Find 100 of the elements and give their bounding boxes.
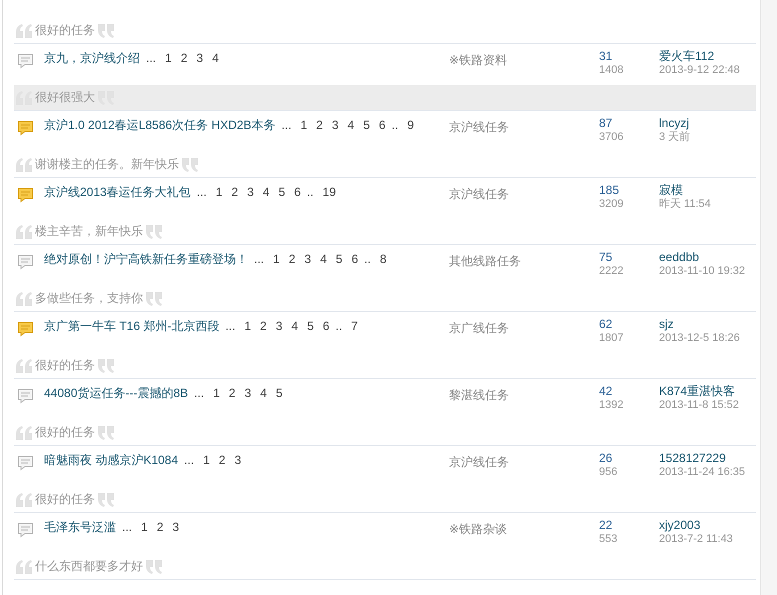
author-link[interactable]: sjz bbox=[659, 317, 740, 331]
topic-title[interactable]: 京九，京沪线介绍 bbox=[44, 51, 140, 65]
page-link[interactable]: 5 bbox=[278, 185, 286, 199]
quote-text: 很好的任务 bbox=[35, 491, 95, 508]
page-link[interactable]: 4 bbox=[320, 252, 327, 266]
page-link[interactable]: 3 bbox=[196, 51, 204, 65]
ellipsis: ... bbox=[194, 386, 204, 400]
view-count: 956 bbox=[599, 465, 618, 479]
topic-title[interactable]: 京广第一牛车 T16 郑州-北京西段 bbox=[44, 319, 220, 333]
page-link[interactable]: 2 bbox=[231, 185, 238, 199]
quote-close-icon bbox=[97, 358, 115, 372]
page-link[interactable]: 1 bbox=[213, 386, 220, 400]
forum-link[interactable]: 京广线任务 bbox=[449, 321, 509, 335]
quote-text: 谢谢楼主的任务。新年快乐 bbox=[35, 156, 179, 173]
page-link[interactable]: 1 bbox=[244, 319, 252, 333]
page-link[interactable]: 3 bbox=[247, 185, 254, 199]
page-link[interactable]: 1 bbox=[273, 252, 280, 266]
page-link[interactable]: 2 bbox=[228, 386, 236, 400]
forum-link[interactable]: 京沪线任务 bbox=[449, 455, 509, 469]
page-link[interactable]: 4 bbox=[262, 185, 270, 199]
quote-text: 很好很强大 bbox=[35, 89, 95, 106]
author-link[interactable]: 1528127229 bbox=[659, 451, 746, 465]
page-link[interactable]: 1 bbox=[141, 520, 148, 534]
page-link[interactable]: 5 bbox=[307, 319, 314, 333]
forum-link[interactable]: ※铁路资料 bbox=[449, 53, 508, 67]
page-link[interactable]: 4 bbox=[212, 51, 219, 65]
author-link[interactable]: eeddbb bbox=[659, 250, 746, 264]
post-time: 昨天 11:54 bbox=[659, 197, 711, 211]
quote-close-icon bbox=[97, 24, 115, 38]
page-link[interactable]: 6 bbox=[322, 319, 330, 333]
quote-close-icon bbox=[145, 224, 163, 238]
page-link[interactable]: 4 bbox=[291, 319, 298, 333]
topic-title[interactable]: 京沪1.0 2012春运L8586次任务 HXD2B本务 bbox=[44, 118, 276, 132]
page-link[interactable]: 2 bbox=[180, 51, 188, 65]
quote-open-icon bbox=[15, 24, 33, 38]
author-link[interactable]: 爱火车112 bbox=[659, 49, 740, 63]
page-link[interactable]: 2 bbox=[288, 252, 296, 266]
post-time: 3 天前 bbox=[659, 130, 690, 144]
topic-title[interactable]: 44080货运任务---震撼的8B bbox=[44, 386, 188, 400]
page-link[interactable]: 19 bbox=[322, 185, 336, 199]
forum-link[interactable]: 黎湛线任务 bbox=[449, 388, 509, 402]
page-link[interactable]: 5 bbox=[336, 252, 342, 266]
page-link[interactable]: 1 bbox=[165, 51, 172, 65]
view-count: 1408 bbox=[599, 63, 624, 77]
quote-open-icon bbox=[15, 292, 33, 306]
page-link[interactable]: 5 bbox=[276, 386, 282, 400]
page-link[interactable]: 2 bbox=[316, 118, 323, 132]
page-link[interactable]: 1 bbox=[300, 118, 308, 132]
post-time: 2013-7-2 11:43 bbox=[659, 532, 733, 546]
page-link[interactable]: 3 bbox=[276, 319, 282, 333]
reply-count: 185 bbox=[599, 183, 620, 197]
topic-title[interactable]: 暗魅雨夜 动感京沪K1084 bbox=[44, 453, 178, 467]
quote-text: 很好的任务 bbox=[35, 357, 95, 374]
post-time: 2013-11-24 16:35 bbox=[659, 465, 746, 479]
topic-title[interactable]: 绝对原创！沪宁高铁新任务重磅登场！ bbox=[44, 252, 248, 266]
quote-text: 多做些任务，支持你 bbox=[35, 290, 143, 307]
page-link[interactable]: 4 bbox=[348, 118, 354, 132]
page-link[interactable]: 3 bbox=[304, 252, 312, 266]
page-link[interactable]: 1 bbox=[203, 453, 210, 467]
quote-text: 楼主辛苦，新年快乐 bbox=[35, 223, 143, 240]
ellipsis: ... bbox=[281, 118, 292, 132]
author-link[interactable]: xjy2003 bbox=[659, 518, 733, 532]
page-link[interactable]: 2 bbox=[218, 453, 226, 467]
post-time: 2013-11-10 19:32 bbox=[659, 264, 746, 278]
page-link[interactable]: 2 bbox=[156, 520, 164, 534]
quote-close-icon bbox=[145, 560, 163, 574]
view-count: 2222 bbox=[599, 264, 624, 278]
forum-link[interactable]: 京沪线任务 bbox=[449, 187, 509, 201]
ellipsis: ... bbox=[254, 252, 264, 266]
page-link[interactable]: 3 bbox=[172, 520, 180, 534]
quote-close-icon bbox=[145, 292, 163, 306]
author-link[interactable]: K874重湛快客 bbox=[659, 384, 739, 398]
page-link[interactable]: 8 bbox=[380, 252, 386, 266]
author-link[interactable]: 寂模 bbox=[659, 183, 711, 197]
topic-title[interactable]: 京沪线2013春运任务大礼包 bbox=[44, 185, 191, 199]
page-link[interactable]: 6 bbox=[378, 118, 386, 132]
page-link[interactable]: 5 bbox=[363, 118, 370, 132]
quote-open-icon bbox=[15, 492, 33, 506]
forum-link[interactable]: ※铁路杂谈 bbox=[449, 522, 508, 536]
page-link[interactable]: 3 bbox=[234, 453, 242, 467]
page-link[interactable]: 1 bbox=[216, 185, 222, 199]
quote-text: 很好的任务 bbox=[35, 22, 95, 39]
post-time: 2013-9-12 22:48 bbox=[659, 63, 740, 77]
page-link[interactable]: 3 bbox=[244, 386, 252, 400]
page-link[interactable]: 7 bbox=[351, 319, 358, 333]
author-link[interactable]: lncyzj bbox=[659, 116, 690, 130]
page-link[interactable]: 2 bbox=[260, 319, 267, 333]
page-link[interactable]: 6 bbox=[294, 185, 301, 199]
view-count: 3209 bbox=[599, 197, 624, 211]
reply-count: 22 bbox=[599, 518, 614, 532]
forum-link[interactable]: 京沪线任务 bbox=[449, 120, 509, 134]
topic-title[interactable]: 毛泽东号泛滥 bbox=[44, 520, 116, 534]
page-gap: .. bbox=[392, 118, 398, 132]
page-link[interactable]: 4 bbox=[260, 386, 267, 400]
quote-text: 什么东西都要多才好 bbox=[35, 558, 143, 575]
view-count: 3706 bbox=[599, 130, 624, 144]
page-link[interactable]: 3 bbox=[332, 118, 339, 132]
forum-link[interactable]: 其他线路任务 bbox=[449, 254, 521, 268]
page-link[interactable]: 6 bbox=[351, 252, 358, 266]
page-link[interactable]: 9 bbox=[407, 118, 414, 132]
